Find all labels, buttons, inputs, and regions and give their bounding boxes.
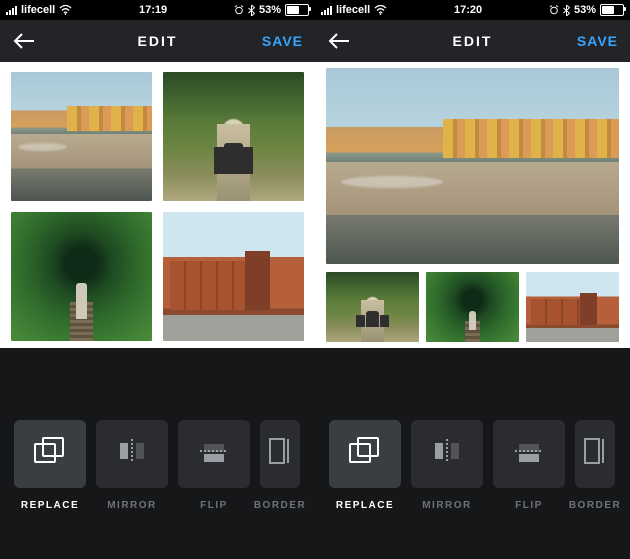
tool-tray: REPLACE MIRROR FLIP (0, 348, 315, 559)
tool-label: BORDER (254, 500, 306, 511)
layout-thumb-1[interactable] (326, 272, 419, 342)
nav-bar: EDIT SAVE (0, 20, 315, 62)
grid-cell-bottom-right[interactable] (163, 212, 304, 341)
bluetooth-icon (563, 5, 570, 16)
phone-screen-right: lifecell 17:20 53% EDIT (315, 0, 630, 559)
tool-label: FLIP (515, 500, 543, 511)
back-button[interactable] (315, 20, 363, 62)
nav-bar: EDIT SAVE (315, 20, 630, 62)
tool-tray: REPLACE MIRROR FLIP (315, 348, 630, 559)
tool-label: BORDER (569, 500, 621, 511)
status-bar: lifecell 17:20 53% (315, 0, 630, 20)
tool-strip[interactable]: REPLACE MIRROR FLIP (315, 348, 630, 559)
bluetooth-icon (248, 5, 255, 16)
photo-grid (0, 62, 315, 348)
tool-label: FLIP (200, 500, 228, 511)
wifi-icon (59, 5, 72, 15)
signal-icon (321, 6, 332, 15)
battery-icon (600, 4, 624, 16)
wifi-icon (374, 5, 387, 15)
status-bar: lifecell 17:19 53% (0, 0, 315, 20)
clock-label: 17:19 (72, 4, 234, 16)
tool-replace[interactable]: REPLACE (329, 394, 401, 514)
layout-thumb-2[interactable] (426, 272, 519, 342)
carrier-label: lifecell (336, 4, 370, 16)
tool-label: MIRROR (107, 500, 157, 511)
carrier-label: lifecell (21, 4, 55, 16)
mirror-icon (117, 437, 147, 470)
tool-strip[interactable]: REPLACE MIRROR FLIP (0, 348, 315, 559)
battery-icon (285, 4, 309, 16)
photo-layout (315, 62, 630, 348)
tool-mirror[interactable]: MIRROR (96, 394, 168, 514)
mirror-icon (432, 437, 462, 470)
battery-pct-label: 53% (574, 4, 596, 16)
tool-flip[interactable]: FLIP (493, 394, 565, 514)
flip-icon (513, 438, 545, 469)
grid-cell-bottom-left[interactable] (11, 212, 152, 341)
alarm-icon (549, 5, 559, 15)
signal-icon (6, 6, 17, 15)
grid-cell-top-left[interactable] (11, 72, 152, 201)
phone-screen-left: lifecell 17:19 53% EDIT (0, 0, 315, 559)
tool-label: REPLACE (21, 500, 79, 511)
save-button[interactable]: SAVE (262, 33, 303, 49)
save-button[interactable]: SAVE (577, 33, 618, 49)
back-button[interactable] (0, 20, 48, 62)
tool-replace[interactable]: REPLACE (14, 394, 86, 514)
tool-mirror[interactable]: MIRROR (411, 394, 483, 514)
layout-hero[interactable] (326, 68, 619, 264)
border-icon (583, 437, 607, 470)
battery-pct-label: 53% (259, 4, 281, 16)
border-icon (268, 437, 292, 470)
alarm-icon (234, 5, 244, 15)
layout-thumb-3[interactable] (526, 272, 619, 342)
replace-icon (33, 436, 67, 471)
tool-border[interactable]: BORDER (260, 394, 300, 514)
flip-icon (198, 438, 230, 469)
replace-icon (348, 436, 382, 471)
clock-label: 17:20 (387, 4, 549, 16)
grid-cell-top-right[interactable] (163, 72, 304, 201)
tool-flip[interactable]: FLIP (178, 394, 250, 514)
tool-label: REPLACE (336, 500, 394, 511)
tool-border[interactable]: BORDER (575, 394, 615, 514)
tool-label: MIRROR (422, 500, 472, 511)
